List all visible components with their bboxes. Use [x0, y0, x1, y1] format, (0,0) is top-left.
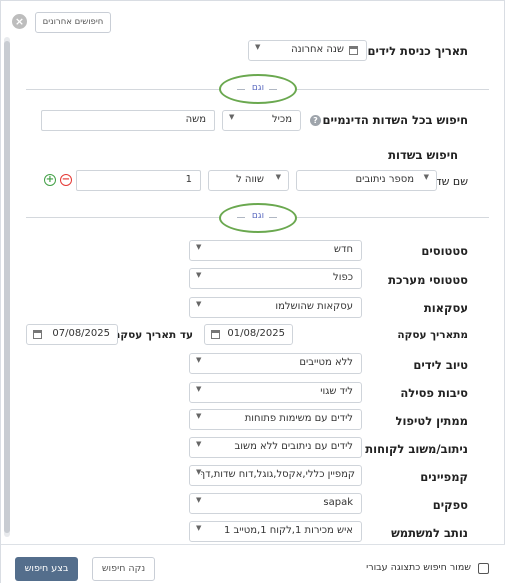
field-search-title: חיפוש בשדות — [388, 148, 458, 162]
calendar-icon — [211, 330, 220, 339]
help-icon[interactable]: ? — [310, 115, 321, 126]
dynamic-search-label: חיפוש בכל השדות הדינמיים — [322, 113, 468, 127]
system-statuses-label: סטטוסי מערכת — [388, 273, 468, 287]
run-search-button[interactable]: בצע חיפוש — [15, 557, 78, 581]
chevron-down-icon: ▼ — [196, 356, 202, 364]
chevron-down-icon: ▼ — [275, 173, 281, 181]
chevron-down-icon: ▼ — [196, 412, 202, 420]
chevron-down-icon: ▼ — [196, 524, 202, 532]
routing-label: ניתוב/משוב לקוחות — [365, 442, 468, 456]
chevron-down-icon: ▼ — [196, 300, 202, 308]
deal-date-to-input[interactable]: 07/08/2025 — [26, 324, 118, 345]
calendar-icon — [33, 330, 42, 339]
suppliers-select[interactable]: sapak ▼ — [189, 493, 362, 514]
deal-date-to-label: עד תאריך עסקה — [113, 329, 193, 341]
scrollbar-thumb[interactable] — [4, 41, 10, 533]
close-icon[interactable]: × — [12, 14, 27, 29]
dynamic-search-input[interactable]: משה — [41, 110, 215, 131]
lead-quality-label: טיוב לידים — [413, 358, 468, 372]
chevron-down-icon: ▼ — [196, 496, 202, 504]
field-value-input[interactable]: 1 — [76, 170, 201, 191]
chevron-down-icon: ▼ — [196, 440, 202, 448]
lead-date-select[interactable]: שנה אחרונה ▼ — [248, 40, 367, 61]
clear-search-button[interactable]: נקה חיפוש — [92, 557, 155, 581]
lead-date-label: תאריך כניסת לידים — [367, 44, 468, 58]
deal-date-from-input[interactable]: 01/08/2025 — [204, 324, 293, 345]
system-statuses-select[interactable]: כפול ▼ — [189, 268, 362, 289]
chevron-down-icon: ▼ — [196, 271, 202, 279]
statuses-label: סטטוסים — [421, 244, 468, 258]
save-view-label: שמור חיפוש כתצוגה עבורי — [366, 562, 471, 573]
save-view-checkbox[interactable] — [478, 563, 489, 574]
routed-user-select[interactable]: איש מכירות 1,לקוח 1,מטייב 1 ▼ — [189, 521, 362, 542]
lead-quality-select[interactable]: ללא מטייבים ▼ — [189, 353, 362, 374]
add-field-icon[interactable]: + — [44, 174, 56, 186]
disqualify-label: סיבות פסילה — [400, 386, 468, 400]
calendar-icon — [349, 46, 358, 55]
awaiting-select[interactable]: לידים עם משימות פתוחות ▼ — [189, 409, 362, 430]
remove-field-icon[interactable]: − — [60, 174, 72, 186]
routed-user-label: נותב למשתמש — [391, 526, 468, 540]
search-panel: × חיפושים אחרונים תאריך כניסת לידים שנה … — [0, 0, 505, 584]
deals-select[interactable]: עסקאות שהושלמו ▼ — [189, 297, 362, 318]
field-operator-select[interactable]: שווה ל ▼ — [208, 170, 289, 191]
campaigns-label: קמפיינים — [420, 470, 468, 484]
chevron-down-icon: ▼ — [196, 243, 202, 251]
recent-searches-button[interactable]: חיפושים אחרונים — [35, 12, 111, 33]
and-connector: וגם — [251, 211, 265, 221]
disqualify-select[interactable]: ליד שגוי ▼ — [189, 382, 362, 403]
chevron-down-icon: ▼ — [255, 43, 261, 51]
dynamic-operator-select[interactable]: מכיל ▼ — [222, 110, 301, 131]
deals-label: עסקאות — [423, 301, 468, 315]
chevron-down-icon: ▼ — [196, 468, 202, 476]
chevron-down-icon: ▼ — [423, 173, 429, 181]
campaigns-select[interactable]: קמפיין כללי,אקסל,גוגל,דוח שדות,דף ▼ — [189, 465, 362, 486]
and-connector: וגם — [251, 83, 265, 93]
deal-date-from-label: מתאריך עסקה — [397, 329, 468, 341]
statuses-select[interactable]: חדש ▼ — [189, 240, 362, 261]
chevron-down-icon: ▼ — [229, 113, 235, 121]
awaiting-label: ממתין לטיפול — [395, 414, 468, 428]
suppliers-label: ספקים — [432, 498, 468, 512]
chevron-down-icon: ▼ — [196, 385, 202, 393]
routing-select[interactable]: לידים עם ניתובים ללא משוב ▼ — [189, 437, 362, 458]
field-name-select[interactable]: מספר ניתובים ▼ — [296, 170, 437, 191]
